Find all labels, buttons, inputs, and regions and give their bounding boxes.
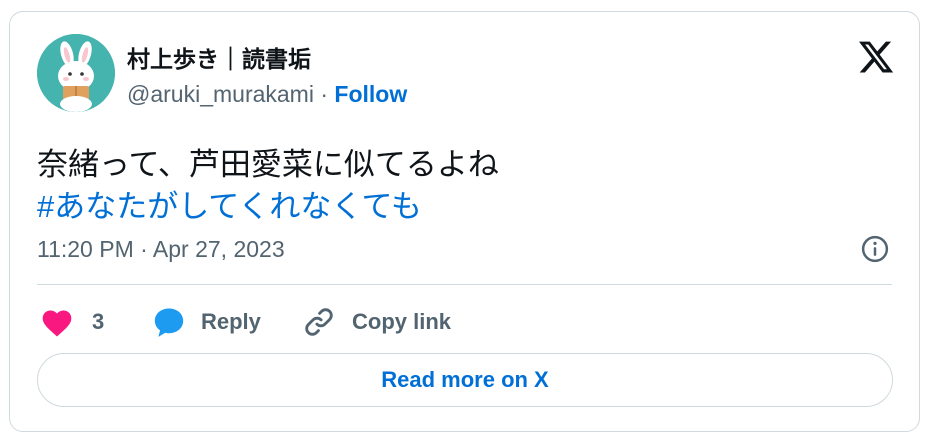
tweet-timestamp[interactable]: 11:20 PM · Apr 27, 2023 <box>37 236 285 263</box>
separator: · <box>313 81 335 107</box>
info-icon[interactable] <box>860 234 890 264</box>
author-display-name[interactable]: 村上歩き｜読書垢 <box>127 40 311 74</box>
like-count: 3 <box>92 309 105 334</box>
author-handle-row: @aruki_murakami · Follow <box>127 81 407 108</box>
like-button[interactable]: 3 <box>40 302 104 342</box>
reply-button[interactable]: Reply <box>151 302 261 342</box>
copy-link-button[interactable]: Copy link <box>302 302 451 342</box>
heart-icon <box>42 310 72 337</box>
tweet-text: 奈緒って、芦田愛菜に似てるよね #あなたがしてくれなくても <box>37 144 499 228</box>
copy-link-label: Copy link <box>352 309 452 334</box>
read-more-button[interactable]: Read more on X <box>37 353 893 407</box>
speech-bubble-icon <box>154 308 184 337</box>
divider <box>37 284 892 285</box>
avatar[interactable] <box>37 34 115 112</box>
hashtag-link[interactable]: #あなたがしてくれなくても <box>37 186 499 228</box>
link-icon <box>305 308 333 336</box>
tweet-body: 奈緒って、芦田愛菜に似てるよね <box>37 147 499 182</box>
author-handle[interactable]: @aruki_murakami <box>127 81 314 107</box>
follow-button[interactable]: Follow <box>334 81 407 107</box>
x-logo-icon[interactable] <box>857 38 895 76</box>
reply-label: Reply <box>201 309 261 334</box>
rabbit-avatar-icon <box>37 34 115 112</box>
tweet-card: 村上歩き｜読書垢 @aruki_murakami · Follow 奈緒って、芦… <box>9 11 920 432</box>
